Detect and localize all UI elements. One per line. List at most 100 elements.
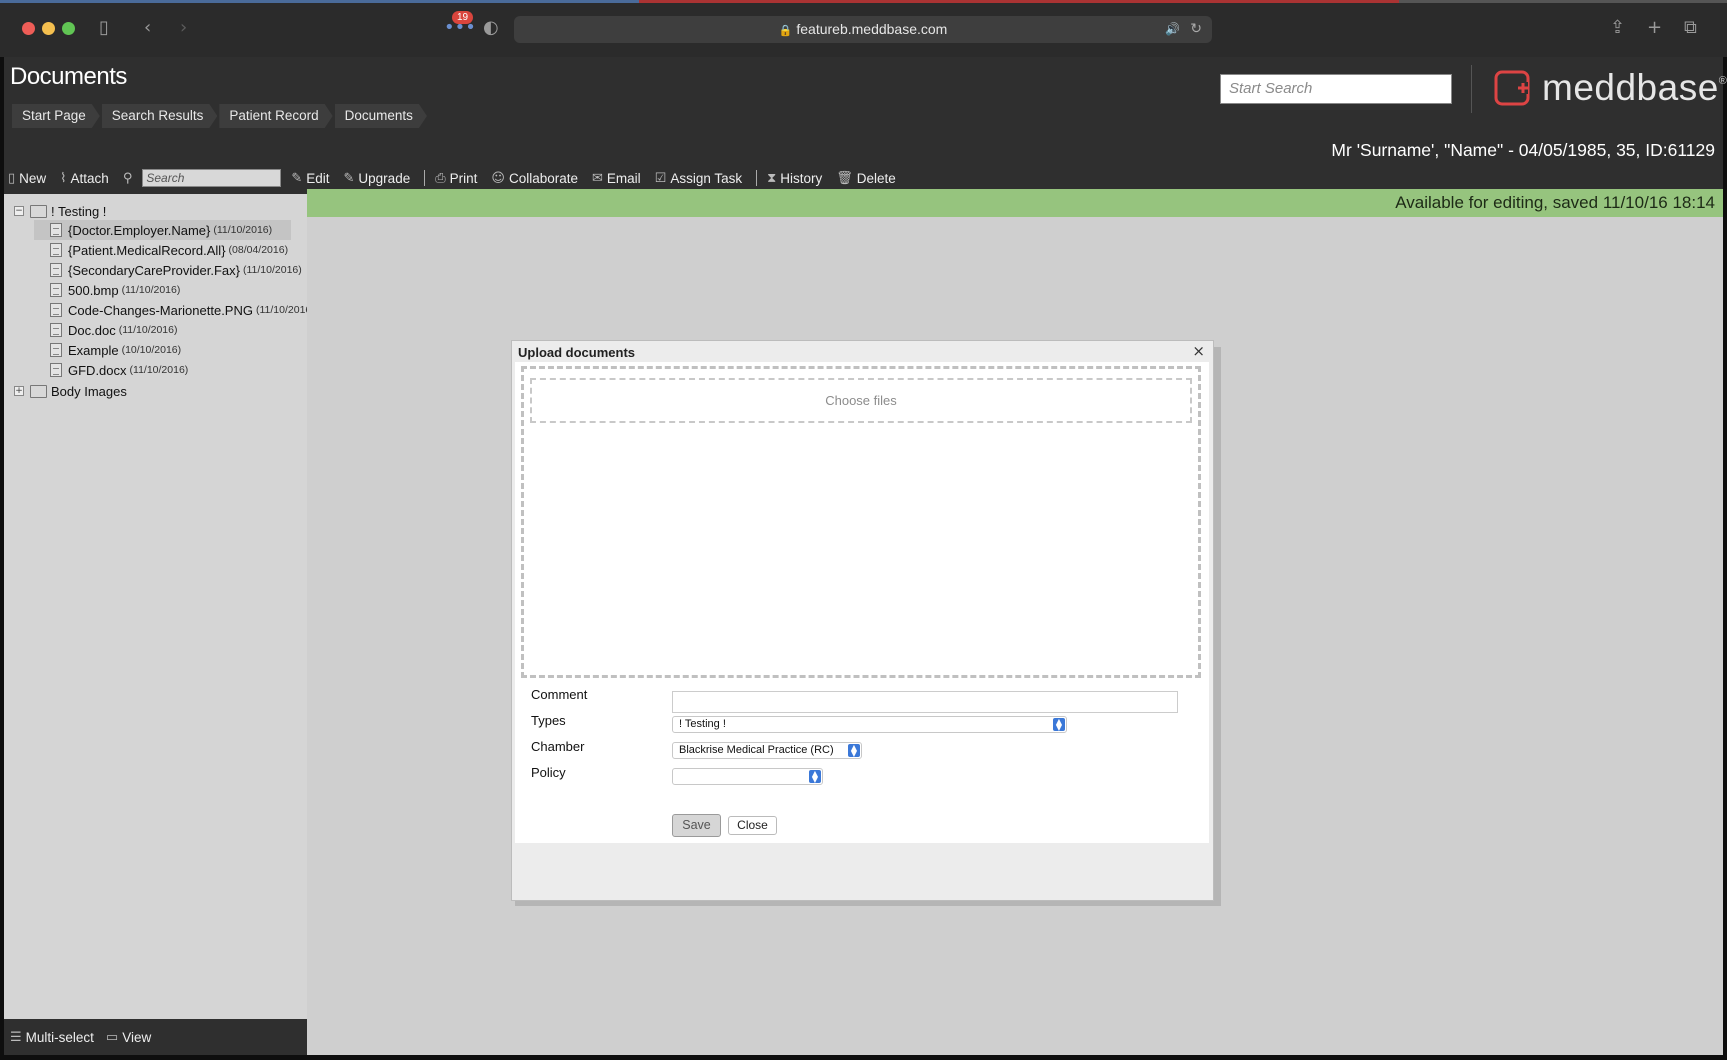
privacy-shield-icon[interactable]: ◐ xyxy=(483,16,499,40)
logo-registered: ® xyxy=(1718,75,1727,87)
print-button[interactable]: ⎙ Print xyxy=(435,171,477,186)
upgrade-pencil-icon: ✎ xyxy=(343,170,355,186)
tree-folder-body-images[interactable]: + Body Images xyxy=(14,381,127,401)
monitor-icon: ▭ xyxy=(105,1029,119,1045)
view-label: View xyxy=(122,1029,152,1045)
paperclip-icon: ⌇ xyxy=(60,170,67,186)
search-button[interactable]: ⚲ xyxy=(123,171,137,186)
tree-item-date: (10/10/2016) xyxy=(121,344,182,356)
reload-icon[interactable]: ↻ xyxy=(1190,16,1202,43)
tree-item[interactable]: 500.bmp (11/10/2016) xyxy=(50,280,180,300)
comment-field[interactable] xyxy=(672,691,1178,713)
tree-item-name: {Doctor.Employer.Name} xyxy=(68,222,211,238)
tree-item[interactable]: Code-Changes-Marionette.PNG(11/10/2016) xyxy=(50,300,307,320)
dialog-title: Upload documents xyxy=(518,345,636,360)
window-zoom-button[interactable] xyxy=(62,22,75,35)
task-checkbox-icon: ☑ xyxy=(654,170,667,186)
tree-item-date: (08/04/2016) xyxy=(228,244,289,256)
tree-item-date: (11/10/2016) xyxy=(255,304,307,316)
file-dropzone[interactable]: Choose files xyxy=(521,366,1201,678)
new-label: New xyxy=(19,170,47,186)
view-button[interactable]: ▭ View xyxy=(106,1030,151,1045)
attach-button[interactable]: ⌇ Attach xyxy=(60,171,109,186)
share-icon[interactable]: ⇪ xyxy=(1610,16,1625,40)
search-icon: ⚲ xyxy=(122,170,133,186)
close-icon[interactable]: × xyxy=(1192,342,1205,360)
global-search-input[interactable]: Start Search xyxy=(1220,74,1452,104)
document-tree: − ! Testing ! {Doctor.Employer.Name} (11/… xyxy=(4,194,307,1019)
breadcrumb-search-results[interactable]: Search Results xyxy=(102,104,218,128)
new-button[interactable]: ▯ New xyxy=(8,171,46,186)
save-button[interactable]: Save xyxy=(672,814,721,837)
back-icon[interactable]: ‹ xyxy=(144,16,151,40)
breadcrumb-start-page[interactable]: Start Page xyxy=(12,104,100,128)
types-value: ! Testing ! xyxy=(679,718,726,730)
logo-divider xyxy=(1471,65,1472,113)
patient-info: Mr 'Surname', "Name" - 04/05/1985, 35, I… xyxy=(1331,140,1715,160)
trash-icon: 🗑 xyxy=(836,170,853,186)
tree-item[interactable]: {SecondaryCareProvider.Fax} (11/10/2016) xyxy=(50,260,302,280)
document-search-input[interactable]: Search xyxy=(142,169,282,187)
breadcrumb-documents[interactable]: Documents xyxy=(335,104,427,128)
tree-item[interactable]: Doc.doc (11/10/2016) xyxy=(50,320,177,340)
window-minimize-button[interactable] xyxy=(42,22,55,35)
chamber-label: Chamber xyxy=(531,739,585,754)
expand-icon[interactable]: + xyxy=(14,386,24,396)
upload-form: Comment Types ! Testing ! ▲ ▼ Chamber Bla… xyxy=(515,680,1209,843)
tree-item-name: {SecondaryCareProvider.Fax} xyxy=(68,262,240,278)
toolbar-divider-2 xyxy=(756,170,758,186)
tree-item-name: Example xyxy=(68,342,119,358)
tree-item[interactable]: {Doctor.Employer.Name} (11/10/2016) xyxy=(34,220,291,240)
close-button[interactable]: Close xyxy=(728,816,777,835)
select-arrows-icon: ▲ ▼ xyxy=(1053,718,1065,732)
policy-select[interactable]: ▲ ▼ xyxy=(672,768,823,785)
tree-item[interactable]: GFD.docx (11/10/2016) xyxy=(50,360,188,380)
tree-folder-testing[interactable]: − ! Testing ! xyxy=(14,201,106,221)
tree-item-name: GFD.docx xyxy=(68,362,127,378)
app-window: Documents Start Page Search Results Pati… xyxy=(4,57,1727,1055)
document-icon xyxy=(50,363,62,377)
audio-icon[interactable]: 🔊 xyxy=(1165,16,1180,43)
extension-badge: 19 xyxy=(452,11,474,24)
breadcrumb-patient-record[interactable]: Patient Record xyxy=(219,104,332,128)
tree-item[interactable]: {Patient.MedicalRecord.All} (08/04/2016) xyxy=(50,240,288,260)
types-select[interactable]: ! Testing ! ▲ ▼ xyxy=(672,716,1067,733)
edit-button[interactable]: ✎ Edit xyxy=(291,171,329,186)
toolbar-divider xyxy=(424,170,426,186)
edit-label: Edit xyxy=(306,170,330,186)
forward-icon[interactable]: › xyxy=(180,16,187,40)
multi-select-label: Multi-select xyxy=(25,1029,94,1045)
printer-icon: ⎙ xyxy=(435,170,446,186)
upgrade-button[interactable]: ✎ Upgrade xyxy=(344,171,411,186)
tree-item-date: (11/10/2016) xyxy=(242,264,302,276)
image-icon xyxy=(50,303,62,317)
document-icon xyxy=(50,263,62,277)
assign-task-button[interactable]: ☑ Assign Task xyxy=(655,171,742,186)
history-label: History xyxy=(780,170,823,186)
choose-files-button[interactable]: Choose files xyxy=(530,378,1192,423)
chamber-select[interactable]: Blackrise Medical Practice (RC) ▲ ▼ xyxy=(672,742,862,759)
folder-icon xyxy=(30,384,47,398)
logo-text: meddbase xyxy=(1542,67,1719,108)
email-button[interactable]: ✉ Email xyxy=(592,171,641,186)
people-icon: ☺ xyxy=(491,170,505,186)
tree-item-date: (11/10/2016) xyxy=(129,364,189,376)
meddbase-logo-icon xyxy=(1494,70,1530,106)
folder-label: ! Testing ! xyxy=(51,203,107,219)
sidebar-toggle-icon[interactable]: ▯ xyxy=(99,16,109,40)
tree-item[interactable]: Example (10/10/2016) xyxy=(50,340,181,360)
collaborate-button[interactable]: ☺ Collaborate xyxy=(491,171,578,186)
select-arrows-icon: ▲ ▼ xyxy=(809,770,821,784)
history-button[interactable]: ⧗ History xyxy=(767,171,822,186)
multi-select-button[interactable]: ☰ Multi-select xyxy=(10,1030,94,1045)
types-label: Types xyxy=(531,713,566,728)
new-tab-icon[interactable]: + xyxy=(1647,16,1662,40)
select-arrows-icon: ▲ ▼ xyxy=(848,744,860,758)
address-bar[interactable]: 🔒 featureb.meddbase.com 🔊 ↻ xyxy=(514,16,1212,43)
tree-bottom-bar: ☰ Multi-select ▭ View xyxy=(4,1019,307,1055)
folder-icon xyxy=(30,204,47,218)
collapse-icon[interactable]: − xyxy=(14,206,24,216)
window-close-button[interactable] xyxy=(22,22,35,35)
tab-overview-icon[interactable]: ⧉ xyxy=(1684,16,1697,40)
delete-button[interactable]: 🗑 Delete xyxy=(836,171,896,186)
